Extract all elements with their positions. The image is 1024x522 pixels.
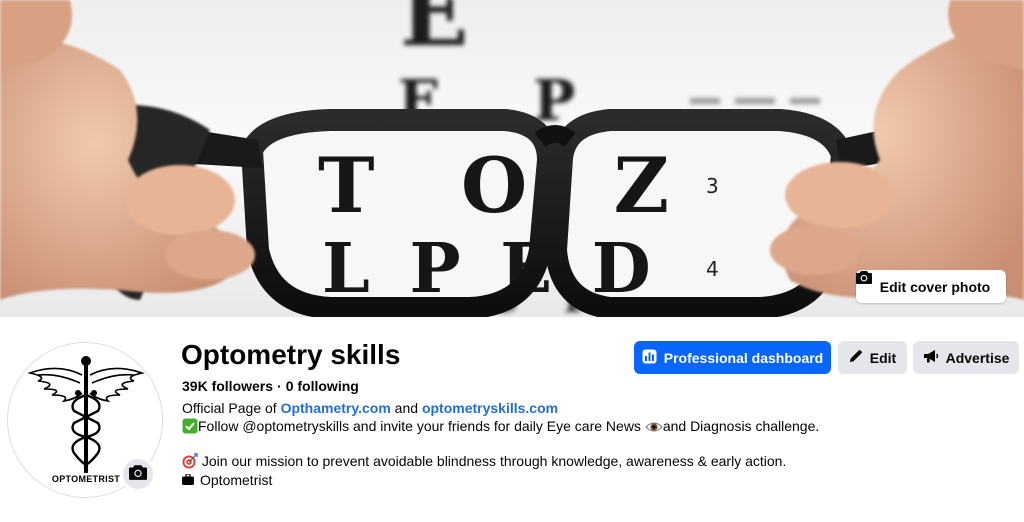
bio-follow-text: Follow @optometryskills and invite your …: [198, 418, 645, 434]
cover-photo: E F P P E C F D T O Z L P E D 3 4 Edit c…: [0, 0, 1024, 317]
bio-line-2: Follow @optometryskills and invite your …: [182, 417, 819, 438]
megaphone-icon: [923, 349, 939, 366]
chart-row-number-4: 4: [706, 257, 719, 281]
bio-and: and: [390, 400, 422, 416]
following-link[interactable]: 0 following: [286, 378, 359, 394]
professional-dashboard-button[interactable]: Professional dashboard: [634, 341, 831, 374]
bio-line-1: Official Page of Opthametry.com and opto…: [182, 399, 558, 417]
page-category: Optometrist: [182, 472, 272, 488]
chart-letter-top: E: [400, 0, 469, 67]
check-mark-icon: [182, 418, 198, 438]
camera-icon: [129, 464, 147, 485]
professional-dashboard-label: Professional dashboard: [663, 349, 824, 366]
chart-row-number-3: 3: [706, 174, 719, 198]
edit-label: Edit: [869, 349, 897, 366]
bio-prefix: Official Page of: [182, 400, 281, 416]
follow-stats: 39K followers · 0 following: [182, 378, 359, 394]
pencil-icon: [849, 349, 863, 366]
target-icon: [182, 453, 198, 473]
bio-line-3: Join our mission to prevent avoidable bl…: [182, 452, 786, 473]
edit-cover-photo-button[interactable]: Edit cover photo: [856, 270, 1006, 303]
category-label: Optometrist: [200, 472, 273, 488]
update-profile-picture-button[interactable]: [121, 457, 155, 491]
page-title: Optometry skills: [181, 339, 401, 370]
chart-row-3: T O Z: [318, 141, 699, 230]
edit-cover-photo-label: Edit cover photo: [879, 278, 991, 295]
bio-mission-text: Join our mission to prevent avoidable bl…: [198, 453, 787, 469]
separator-dot: ·: [277, 378, 282, 394]
advertise-label: Advertise: [945, 349, 1010, 366]
edit-button[interactable]: Edit: [838, 341, 907, 374]
followers-link[interactable]: 39K followers: [182, 378, 273, 394]
bio-link-optometryskills[interactable]: optometryskills.com: [422, 400, 558, 416]
eye-icon: [645, 420, 663, 438]
briefcase-icon: [182, 472, 194, 488]
bio-link-opthametry[interactable]: Opthametry.com: [281, 400, 391, 416]
bio-diagnosis-text: and Diagnosis challenge.: [662, 418, 820, 434]
bar-chart-icon: [642, 349, 657, 367]
advertise-button[interactable]: Advertise: [913, 341, 1019, 374]
